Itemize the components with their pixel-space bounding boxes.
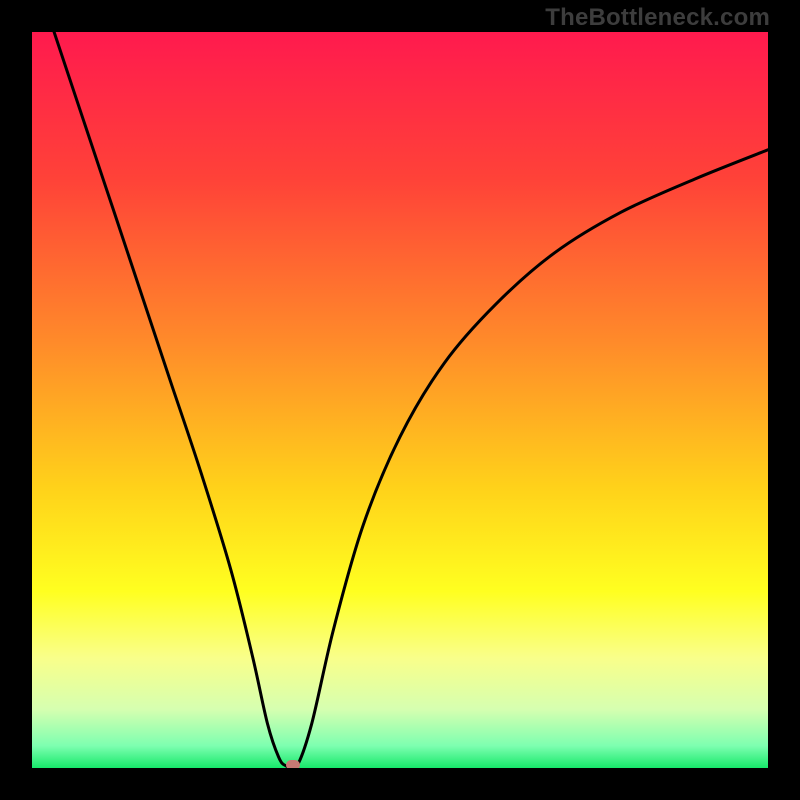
watermark-text: TheBottleneck.com (545, 4, 770, 32)
chart-frame: TheBottleneck.com (0, 0, 800, 800)
bottleneck-curve (32, 32, 768, 768)
optimal-point-marker (286, 760, 300, 768)
plot-area (32, 32, 768, 768)
